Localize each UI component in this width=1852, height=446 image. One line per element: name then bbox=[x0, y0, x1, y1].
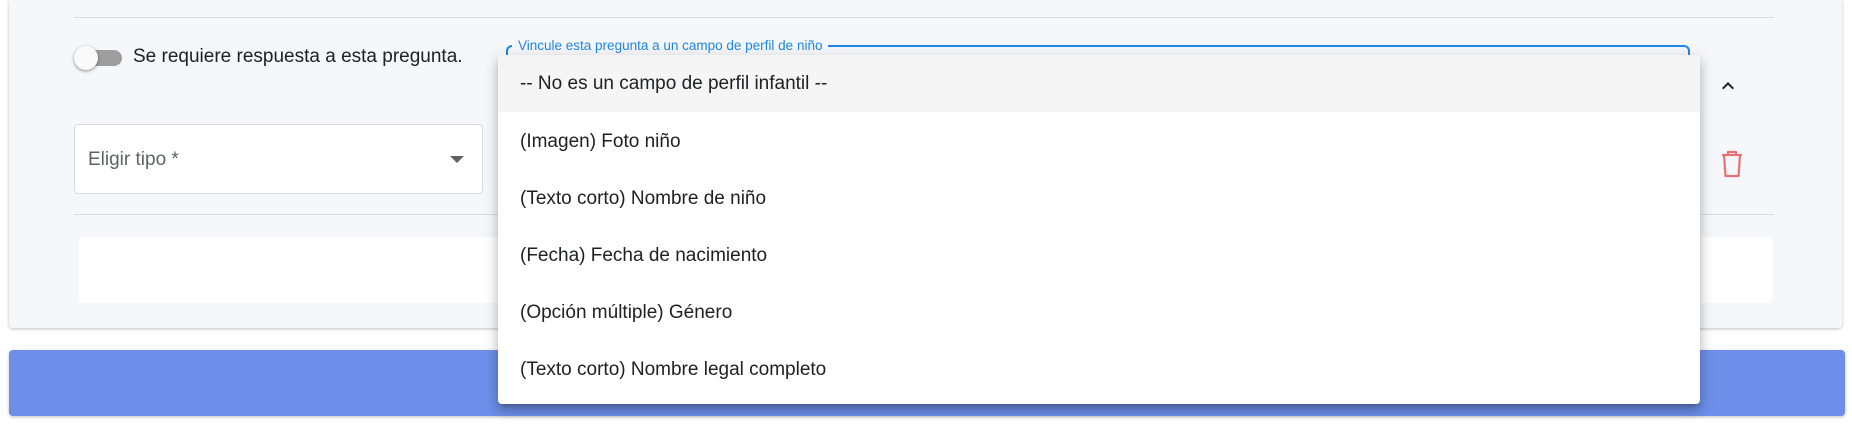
top-divider bbox=[74, 17, 1774, 18]
menu-item-legal-name[interactable]: (Texto corto) Nombre legal completo bbox=[498, 341, 1700, 398]
trash-icon[interactable] bbox=[1720, 150, 1744, 178]
menu-item-child-photo[interactable]: (Imagen) Foto niño bbox=[498, 113, 1700, 170]
menu-item-gender[interactable]: (Opción múltiple) Género bbox=[498, 284, 1700, 341]
menu-item-child-name[interactable]: (Texto corto) Nombre de niño bbox=[498, 170, 1700, 227]
link-profile-field-label: Vincule esta pregunta a un campo de perf… bbox=[512, 37, 829, 55]
type-select-label: Eligir tipo * bbox=[88, 149, 179, 170]
menu-item-birth-date[interactable]: (Fecha) Fecha de nacimiento bbox=[498, 227, 1700, 284]
toggle-thumb bbox=[74, 46, 98, 70]
required-toggle-label: Se requiere respuesta a esta pregunta. bbox=[133, 46, 463, 67]
arrow-drop-down-icon bbox=[450, 156, 464, 163]
required-toggle[interactable] bbox=[74, 46, 124, 70]
type-select[interactable]: Eligir tipo * bbox=[74, 124, 483, 194]
chevron-up-icon[interactable] bbox=[1716, 74, 1740, 98]
profile-field-menu: -- No es un campo de perfil infantil -- … bbox=[498, 55, 1700, 404]
menu-item-none[interactable]: -- No es un campo de perfil infantil -- bbox=[498, 55, 1700, 112]
